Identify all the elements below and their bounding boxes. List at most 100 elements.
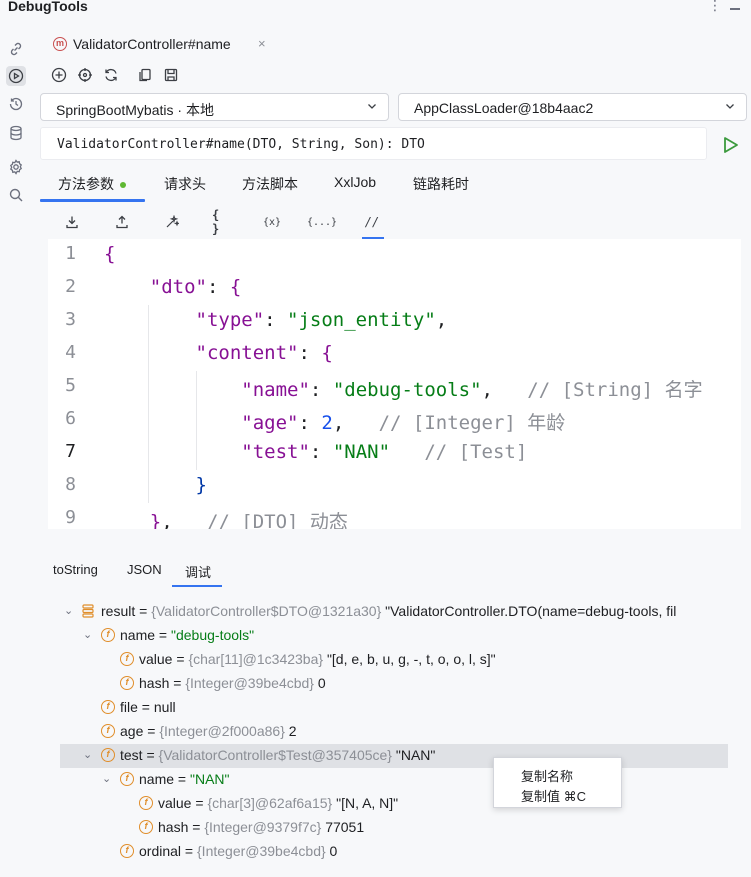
node-eq: = (135, 603, 152, 619)
node-value: "ValidatorController.DTO(name=debug-tool… (381, 603, 677, 619)
more-options-icon[interactable]: ⋮ (708, 0, 722, 14)
tree-row[interactable]: ⌄ result = {ValidatorController$DTO@1321a… (0, 600, 751, 624)
tree-row[interactable]: ⌄ f test = {ValidatorController$Test@35740… (60, 744, 728, 768)
expand-chevron-icon[interactable]: ⌄ (83, 628, 92, 641)
tab-debug[interactable]: 调试 (185, 562, 211, 581)
tree-row[interactable]: f age = {Integer@2f000a86} 2 (0, 720, 751, 744)
code-token: // [String] 名字 (527, 379, 703, 401)
link-icon[interactable] (6, 39, 26, 59)
format-json-icon[interactable]: { } (212, 208, 232, 236)
magic-wand-icon[interactable] (162, 212, 182, 232)
project-select[interactable]: SpringBootMybatis · 本地 (40, 93, 389, 121)
line-number: 8 (65, 474, 76, 495)
save-icon[interactable] (162, 66, 180, 84)
code-token: "test" (241, 441, 310, 463)
code-token: "age" (241, 412, 299, 434)
settings-icon[interactable] (6, 157, 26, 177)
tab-trace-time[interactable]: 链路耗时 (413, 174, 469, 194)
tree-node-text: value = {char[11]@1c3423ba} "[d, e, b, u… (139, 651, 496, 667)
code-token: "json_entity" (287, 309, 436, 331)
node-type: {Integer@2f000a86} (159, 723, 285, 739)
export-icon[interactable] (112, 212, 132, 232)
variable-icon[interactable]: {x} (262, 212, 282, 232)
code-token: { (229, 276, 242, 298)
field-icon: f (120, 772, 134, 786)
node-name: hash (158, 819, 189, 835)
tree-row[interactable]: ⌄ f name = "NAN" (0, 768, 751, 792)
field-icon: f (101, 748, 115, 762)
code-line: 9 }, // [DTO] 动态 (48, 507, 741, 529)
field-icon: f (101, 700, 115, 714)
expand-chevron-icon[interactable]: ⌄ (64, 604, 73, 617)
node-eq: = (155, 627, 171, 643)
code-line: 8 } (48, 474, 741, 507)
copy-name-menu-item[interactable]: 复制名称 (521, 766, 573, 785)
field-icon: f (101, 724, 115, 738)
tree-node-text: result = {ValidatorController$DTO@1321a3… (101, 603, 676, 619)
tab-json[interactable]: JSON (127, 562, 162, 577)
expand-chevron-icon[interactable]: ⌄ (102, 772, 111, 785)
node-value: "debug-tools" (171, 627, 255, 643)
node-value: "[N, A, N]" (332, 795, 399, 811)
code-text: "dto": { (104, 276, 242, 298)
tree-row[interactable]: f value = {char[11]@1c3423ba} "[d, e, b, … (0, 648, 751, 672)
tab-method-script[interactable]: 方法脚本 (242, 174, 298, 194)
collapse-json-icon[interactable]: {...} (307, 212, 337, 232)
node-eq: = (174, 771, 190, 787)
node-name: result (101, 603, 136, 619)
code-token: : (309, 441, 333, 463)
minimize-icon[interactable] (730, 8, 740, 10)
node-type: {Integer@39be4cbd} (185, 675, 314, 691)
line-number: 9 (65, 507, 76, 528)
code-line: 7 "test": "NAN" // [Test] (48, 441, 741, 474)
tree-row[interactable]: f value = {char[3]@62af6a15} "[N, A, N]" (0, 792, 751, 816)
method-signature-field[interactable]: ValidatorController#name(DTO, String, So… (40, 127, 707, 160)
code-line: 1{ (48, 243, 741, 276)
copy-value-menu-item[interactable]: 复制值 ⌘C (521, 786, 586, 805)
run-icon[interactable] (722, 135, 740, 155)
expand-chevron-icon[interactable]: ⌄ (83, 748, 92, 761)
search-icon[interactable] (6, 185, 26, 205)
line-number: 1 (65, 243, 76, 264)
code-text: } (104, 474, 207, 496)
method-icon: m (53, 37, 67, 51)
tab-tostring[interactable]: toString (53, 562, 98, 577)
node-eq: = (191, 795, 208, 811)
node-name: hash (139, 675, 170, 691)
tab-xxljob[interactable]: XxlJob (334, 174, 376, 190)
node-value: 0 (313, 675, 326, 691)
tree-row[interactable]: f file = null (0, 696, 751, 720)
tab-label[interactable]: ValidatorController#name (73, 36, 231, 52)
tree-row[interactable]: f hash = {Integer@9379f7c} 77051 (0, 816, 751, 840)
chevron-down-icon (366, 100, 378, 115)
node-eq: = (181, 843, 197, 859)
copy-icon[interactable] (136, 66, 154, 84)
run-panel-icon[interactable] (6, 66, 26, 86)
tab-request-headers[interactable]: 请求头 (164, 174, 206, 194)
history-icon[interactable] (6, 94, 26, 114)
database-icon[interactable] (6, 123, 26, 143)
import-icon[interactable] (62, 212, 82, 232)
json-editor[interactable]: 1{2 "dto": {3 "type": "json_entity", 4 "c… (48, 239, 741, 529)
target-icon[interactable] (76, 66, 94, 84)
refresh-icon[interactable] (102, 66, 120, 84)
close-tab-icon[interactable]: × (258, 36, 266, 51)
tree-row[interactable]: f ordinal = {Integer@39be4cbd} 0 (0, 840, 751, 864)
classloader-select[interactable]: AppClassLoader@18b4aac2 (398, 93, 747, 121)
tab-method-params[interactable]: 方法参数 (58, 174, 126, 194)
tree-row[interactable]: f hash = {Integer@39be4cbd} 0 (0, 672, 751, 696)
tree-row[interactable]: ⌄ f name = "debug-tools" (0, 624, 751, 648)
node-eq: = (169, 675, 186, 691)
field-icon: f (139, 820, 153, 834)
tree-node-text: ordinal = {Integer@39be4cbd} 0 (139, 843, 337, 859)
context-menu: 复制名称 复制值 ⌘C (493, 757, 622, 808)
add-icon[interactable] (50, 66, 68, 84)
code-text: "test": "NAN" // [Test] (104, 441, 527, 463)
code-token: "type" (195, 309, 265, 331)
tree-node-text: name = "debug-tools" (120, 627, 254, 643)
node-eq: = (188, 819, 205, 835)
code-text: { (104, 243, 115, 265)
comment-icon[interactable]: // (362, 212, 382, 232)
app-title: DebugTools (8, 0, 88, 14)
